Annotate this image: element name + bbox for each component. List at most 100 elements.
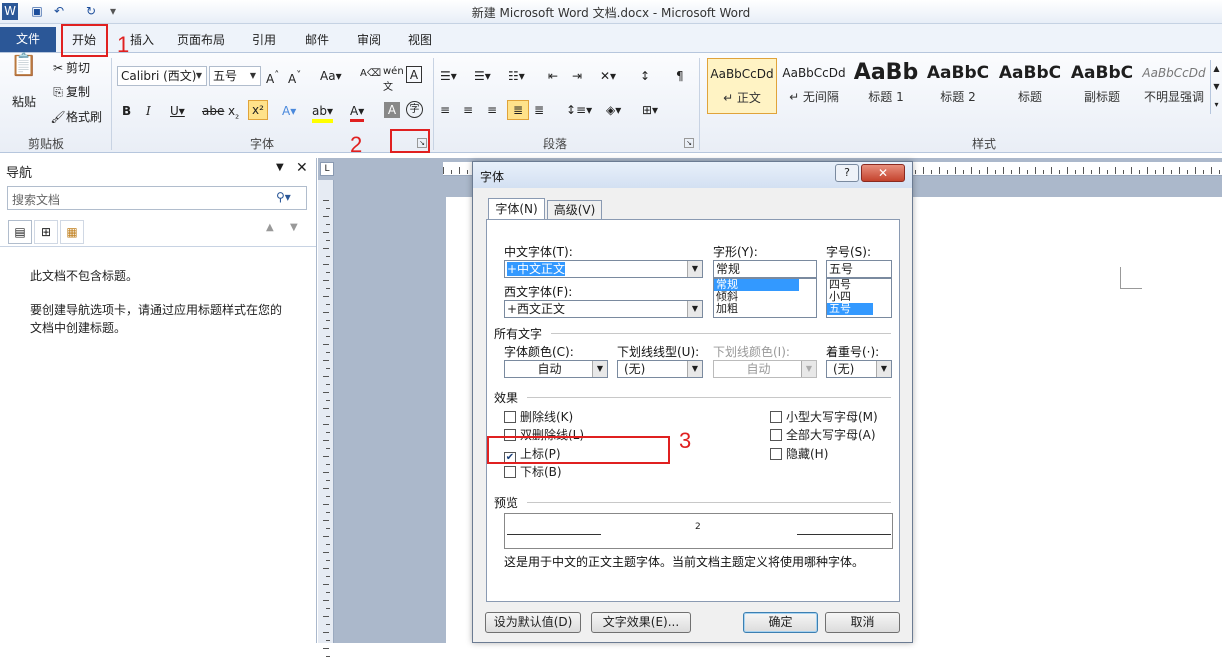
- tab-references[interactable]: 引用: [252, 31, 276, 48]
- tab-advanced[interactable]: 高级(V): [547, 200, 602, 220]
- checkbox-box[interactable]: [504, 466, 516, 478]
- sort-icon[interactable]: ↕: [640, 68, 650, 84]
- checkbox-box[interactable]: [770, 448, 782, 460]
- tab-file[interactable]: 文件: [0, 27, 56, 52]
- list-item[interactable]: 加粗: [714, 303, 816, 315]
- tab-page-layout[interactable]: 页面布局: [177, 31, 225, 48]
- tab-review[interactable]: 审阅: [357, 31, 381, 48]
- list-item[interactable]: 五号: [827, 303, 873, 315]
- char-border-icon[interactable]: A: [406, 66, 422, 83]
- clear-format-icon[interactable]: A⌫: [360, 66, 381, 82]
- cancel-button[interactable]: 取消: [825, 612, 900, 633]
- chevron-down-icon[interactable]: ▼: [193, 68, 205, 84]
- multilevel-list-icon[interactable]: ☷▾: [508, 68, 525, 84]
- paste-icon[interactable]: 📋: [10, 55, 38, 88]
- show-marks-icon[interactable]: ¶: [676, 68, 684, 84]
- paragraph-dialog-launcher-icon[interactable]: ↘: [684, 138, 694, 148]
- chevron-down-icon[interactable]: ▼: [592, 361, 607, 377]
- strikethrough-icon[interactable]: abe: [202, 103, 224, 119]
- enclose-char-icon[interactable]: 字: [406, 101, 423, 118]
- text-effects-icon[interactable]: A▾: [282, 103, 296, 119]
- chevron-down-icon[interactable]: ▼: [247, 68, 259, 84]
- align-right-icon[interactable]: ≡: [487, 102, 497, 118]
- style-subtle-emphasis[interactable]: AaBbCcDd 不明显强调: [1139, 58, 1209, 114]
- tab-font[interactable]: 字体(N): [488, 198, 545, 220]
- tab-mailings[interactable]: 邮件: [305, 31, 329, 48]
- shading-icon[interactable]: ◈▾: [606, 102, 621, 118]
- size-list[interactable]: 四号 小四 五号: [826, 278, 892, 318]
- text-effects-button[interactable]: 文字效果(E)...: [591, 612, 691, 633]
- style-heading-1[interactable]: AaBb 标题 1: [851, 58, 921, 114]
- format-painter-button[interactable]: 🖌格式刷: [50, 109, 102, 125]
- cn-font-select[interactable]: +中文正文 ▼: [504, 260, 703, 278]
- emphasis-select[interactable]: (无) ▼: [826, 360, 892, 378]
- size-input[interactable]: 五号: [826, 260, 892, 278]
- style-list[interactable]: 常规 倾斜 加粗: [713, 278, 817, 318]
- next-icon[interactable]: ▼: [290, 222, 298, 233]
- style-heading-2[interactable]: AaBbC 标题 2: [923, 58, 993, 114]
- change-case-icon[interactable]: Aa▾: [320, 68, 342, 84]
- chevron-down-icon[interactable]: ▼: [687, 361, 702, 377]
- decrease-indent-icon[interactable]: ⇤: [548, 68, 558, 84]
- tab-view[interactable]: 视图: [408, 31, 432, 48]
- highlight-icon[interactable]: ab▾: [312, 103, 333, 123]
- bullets-icon[interactable]: ☰▾: [440, 68, 457, 84]
- search-icon[interactable]: ⚲▾: [276, 190, 291, 204]
- pages-view-icon[interactable]: ⊞: [34, 220, 58, 244]
- search-input[interactable]: 搜索文档 ⚲▾: [7, 186, 307, 210]
- style-subtitle[interactable]: AaBbC 副标题: [1067, 58, 1137, 114]
- chevron-down-icon[interactable]: ▼: [687, 301, 702, 317]
- ok-button[interactable]: 确定: [743, 612, 818, 633]
- italic-icon[interactable]: I: [146, 103, 151, 119]
- font-size-combo[interactable]: 五号 ▼: [209, 66, 261, 86]
- bold-icon[interactable]: B: [122, 103, 131, 119]
- chevron-down-icon[interactable]: ▼: [687, 261, 702, 277]
- hidden-checkbox[interactable]: 隐藏(H): [770, 445, 828, 462]
- increase-indent-icon[interactable]: ⇥: [572, 68, 582, 84]
- set-default-button[interactable]: 设为默认值(D): [485, 612, 581, 633]
- style-title[interactable]: AaBbC 标题: [995, 58, 1065, 114]
- borders-icon[interactable]: ⊞▾: [642, 102, 658, 118]
- paste-button[interactable]: 粘贴: [12, 94, 36, 110]
- font-color-select[interactable]: 自动 ▼: [504, 360, 608, 378]
- west-font-select[interactable]: +西文正文 ▼: [504, 300, 703, 318]
- subscript-checkbox[interactable]: 下标(B): [504, 463, 562, 480]
- style-no-spacing[interactable]: AaBbCcDd ↵ 无间隔: [779, 58, 849, 114]
- cut-button[interactable]: ✂ 剪切: [50, 60, 90, 76]
- tab-selector-icon[interactable]: L: [320, 162, 334, 176]
- close-icon[interactable]: ✕: [861, 164, 905, 182]
- results-view-icon[interactable]: ▦: [60, 220, 84, 244]
- strikethrough-checkbox[interactable]: 删除线(K): [504, 408, 573, 425]
- underline-style-select[interactable]: (无) ▼: [617, 360, 703, 378]
- font-color-icon[interactable]: A▾: [350, 103, 365, 122]
- previous-icon[interactable]: ▲: [266, 222, 274, 233]
- nav-options-icon[interactable]: ▼: [276, 162, 284, 173]
- grow-font-icon[interactable]: A˄: [266, 68, 279, 87]
- underline-icon[interactable]: U▾: [170, 103, 185, 119]
- asian-layout-icon[interactable]: ✕▾: [600, 68, 616, 84]
- checkbox-box[interactable]: [770, 429, 782, 441]
- style-normal[interactable]: AaBbCcDd ↵ 正文: [707, 58, 777, 114]
- checkbox-box[interactable]: [770, 411, 782, 423]
- align-left-icon[interactable]: ≡: [440, 102, 450, 118]
- small-caps-checkbox[interactable]: 小型大写字母(M): [770, 408, 878, 425]
- line-spacing-icon[interactable]: ↕≡▾: [566, 102, 592, 118]
- tab-insert[interactable]: 插入: [130, 31, 154, 48]
- char-shading-icon[interactable]: A: [384, 102, 400, 118]
- styles-scroll-icon[interactable]: ▲ ▼ ▾: [1210, 60, 1222, 114]
- subscript-icon[interactable]: x₂: [228, 103, 239, 124]
- headings-view-icon[interactable]: ▤: [8, 220, 32, 244]
- checkbox-box[interactable]: [504, 411, 516, 423]
- copy-button[interactable]: ⎘ 复制: [50, 84, 90, 100]
- help-button[interactable]: ?: [835, 164, 859, 182]
- shrink-font-icon[interactable]: A˅: [288, 68, 301, 87]
- numbering-icon[interactable]: ☰▾: [474, 68, 491, 84]
- font-name-combo[interactable]: Calibri (西文) ▼: [117, 66, 207, 86]
- justify-icon[interactable]: ≣: [507, 100, 529, 120]
- superscript-icon[interactable]: x²: [248, 100, 268, 120]
- align-center-icon[interactable]: ≡: [463, 102, 473, 118]
- style-input[interactable]: 常规: [713, 260, 817, 278]
- phonetic-guide-icon[interactable]: wén 文: [383, 64, 404, 96]
- distributed-icon[interactable]: ≣: [534, 102, 544, 118]
- all-caps-checkbox[interactable]: 全部大写字母(A): [770, 426, 876, 443]
